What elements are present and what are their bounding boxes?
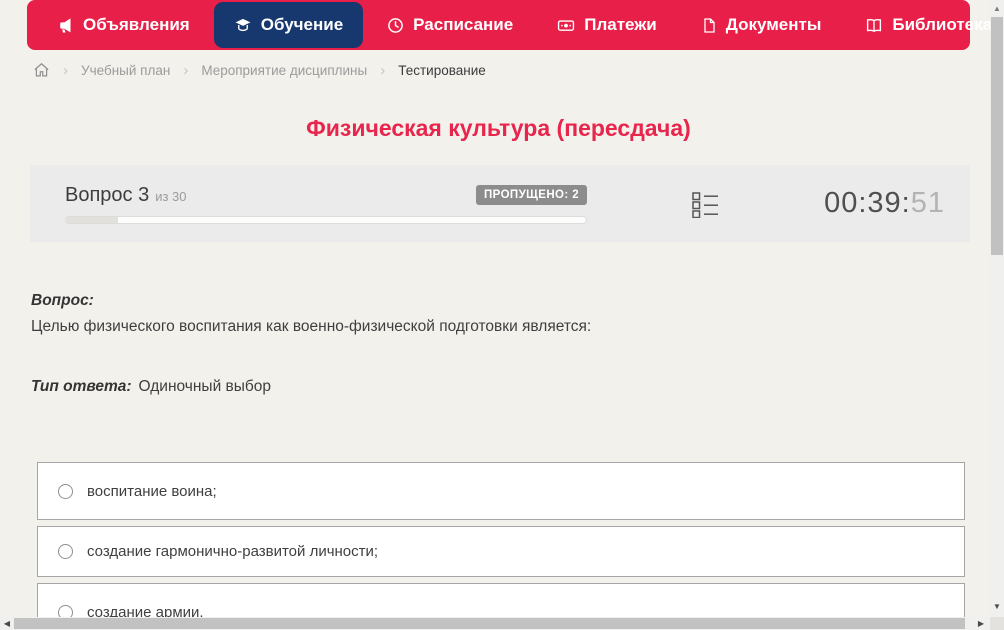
breadcrumb: › Учебный план › Мероприятие дисциплины …: [33, 62, 486, 78]
scroll-up-arrow[interactable]: ▲: [990, 2, 1004, 16]
answer-option-2[interactable]: создание гармонично-развитой личности;: [37, 526, 965, 577]
clock-icon: [387, 17, 404, 34]
breadcrumb-separator: ›: [183, 61, 189, 79]
timer-minutes: 00:39:: [824, 187, 911, 219]
main-navbar: Объявления Обучение Расписание Платежи Д…: [27, 0, 1004, 50]
graduation-cap-icon: [234, 17, 252, 34]
nav-item-label: Документы: [725, 15, 822, 34]
timer-seconds: 51: [910, 187, 945, 219]
nav-item-label: Объявления: [83, 15, 190, 34]
scroll-left-arrow[interactable]: ◀: [0, 617, 14, 630]
document-icon: [701, 17, 717, 34]
question-number-label: Вопрос 3: [65, 183, 150, 206]
nav-item-documents[interactable]: Документы: [681, 2, 842, 48]
answer-option-label: воспитание воина;: [87, 482, 217, 500]
radio-button[interactable]: [58, 483, 73, 499]
scrollbar-corner: [990, 617, 1004, 630]
nav-item-label: Библиотека: [892, 15, 993, 34]
horizontal-scrollbar-thumb[interactable]: [14, 618, 965, 629]
question-progress-block: Вопрос 3 из 30 ПРОПУЩЕНО: 2: [65, 184, 587, 224]
breadcrumb-item-discipline-event[interactable]: Мероприятие дисциплины: [201, 63, 367, 78]
answer-option-label: создание гармонично-развитой личности;: [87, 543, 379, 560]
answer-type-value: Одиночный выбор: [138, 378, 272, 395]
radio-button[interactable]: [58, 544, 73, 559]
answers-list: воспитание воина; создание гармонично-ра…: [37, 462, 965, 630]
question-list-icon[interactable]: [692, 190, 719, 218]
answer-option-1[interactable]: воспитание воина;: [37, 462, 965, 520]
open-book-icon: [865, 17, 883, 34]
nav-item-schedule[interactable]: Расписание: [367, 2, 533, 48]
timer: 00:39:51: [824, 187, 945, 220]
answer-type-row: Тип ответа: Одиночный выбор: [31, 378, 271, 396]
breadcrumb-separator: ›: [63, 61, 68, 79]
nav-item-learning[interactable]: Обучение: [213, 2, 364, 48]
question-total-label: из 30: [155, 188, 187, 204]
vertical-scrollbar[interactable]: ▲ ▼: [990, 0, 1004, 617]
nav-item-label: Платежи: [584, 15, 657, 34]
question-number: Вопрос 3 из 30: [65, 184, 187, 207]
vertical-scrollbar-thumb[interactable]: [991, 17, 1003, 255]
progress-bar: [65, 215, 587, 224]
megaphone-icon: [57, 17, 74, 34]
nav-item-announcements[interactable]: Объявления: [37, 2, 210, 48]
breadcrumb-separator: ›: [380, 61, 386, 79]
question-header-panel: Вопрос 3 из 30 ПРОПУЩЕНО: 2 00:39:51: [30, 165, 970, 242]
scroll-right-arrow[interactable]: ▶: [974, 617, 988, 630]
scroll-down-arrow[interactable]: ▼: [990, 600, 1004, 614]
question-caption: Вопрос:: [31, 292, 94, 309]
banknote-icon: [557, 17, 575, 34]
home-icon[interactable]: [33, 62, 50, 78]
page-title: Физическая культура (пересдача): [306, 115, 691, 141]
nav-item-payments[interactable]: Платежи: [537, 2, 677, 48]
nav-item-label: Расписание: [413, 15, 514, 34]
nav-item-label: Обучение: [260, 15, 344, 34]
question-text: Целью физического воспитания как военно-…: [31, 318, 592, 335]
answer-type-caption: Тип ответа:: [31, 378, 132, 395]
progress-fill: [66, 216, 118, 223]
breadcrumb-item-testing: Тестирование: [398, 62, 486, 78]
skipped-badge: ПРОПУЩЕНО: 2: [475, 185, 587, 205]
breadcrumb-item-curriculum[interactable]: Учебный план: [81, 63, 170, 78]
horizontal-scrollbar[interactable]: ◀ ▶: [0, 617, 1004, 630]
nav-item-library[interactable]: Библиотека: [845, 2, 1004, 48]
